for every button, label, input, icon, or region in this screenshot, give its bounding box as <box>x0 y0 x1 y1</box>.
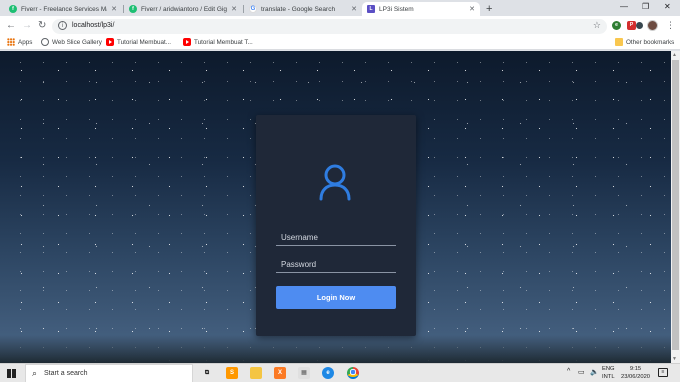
back-button[interactable]: ← <box>6 20 16 32</box>
tab-title: LP3i Sistem <box>379 5 414 13</box>
windows-taskbar: ⌕ Start a search ⧉ S X ▦ e ^ ▭ 🔈 ENG INT… <box>0 363 680 382</box>
address-bar[interactable]: i localhost/lp3i/ ☆ <box>52 19 607 34</box>
bookmark-web-slice-gallery[interactable]: Web Slice Gallery <box>41 38 102 46</box>
user-icon <box>319 164 351 201</box>
youtube-icon <box>106 38 114 46</box>
edge-icon[interactable]: e <box>322 367 334 379</box>
google-icon: G <box>249 5 257 13</box>
extension-icon[interactable] <box>636 22 643 29</box>
bookmark-tutorial-2[interactable]: Tutorial Membuat T... <box>183 38 253 46</box>
new-tab-button[interactable]: + <box>486 3 492 15</box>
address-url: localhost/lp3i/ <box>72 22 115 29</box>
notification-icon[interactable]: ≡ <box>658 368 668 377</box>
bookmark-label: Tutorial Membuat... <box>117 38 172 46</box>
bookmarks-bar: Apps Web Slice Gallery Tutorial Membuat.… <box>0 36 680 50</box>
bookmark-other[interactable]: Other bookmarks <box>615 38 674 46</box>
xampp-icon[interactable]: X <box>274 367 286 379</box>
menu-icon[interactable]: ⋮ <box>666 20 675 31</box>
clock-time: 9:15 <box>629 366 642 372</box>
password-input[interactable] <box>276 257 396 273</box>
bookmark-apps[interactable]: Apps <box>7 38 32 46</box>
search-placeholder: Start a search <box>44 370 88 377</box>
extension-icon[interactable]: e <box>612 21 621 30</box>
tab-lp3i-sistem[interactable]: L LP3i Sistem ✕ <box>362 2 480 16</box>
lp3i-icon: L <box>367 5 375 13</box>
page-scrollbar[interactable]: ▲ ▼ <box>671 51 680 363</box>
tab-fiverr-edit-gig[interactable]: f Fiverr / aridwiantoro / Edit Gig ✕ <box>124 2 242 16</box>
scroll-up-icon[interactable]: ▲ <box>672 52 677 58</box>
scroll-down-icon[interactable]: ▼ <box>672 356 677 362</box>
keyboard-layout: INTL <box>602 374 615 380</box>
search-icon: ⌕ <box>32 368 38 378</box>
fiverr-icon: f <box>129 5 137 13</box>
close-icon[interactable]: ✕ <box>111 5 117 13</box>
apps-icon <box>7 38 15 46</box>
scrollbar-thumb[interactable] <box>672 60 679 350</box>
fiverr-icon: f <box>9 5 17 13</box>
bookmark-tutorial-1[interactable]: Tutorial Membuat... <box>106 38 171 46</box>
tab-fiverr-marketplace[interactable]: f Fiverr - Freelance Services Marke ✕ <box>4 2 122 16</box>
folder-icon <box>615 38 623 46</box>
tray-chevron-icon[interactable]: ^ <box>567 368 570 375</box>
volume-icon[interactable]: 🔈 <box>590 368 599 376</box>
youtube-icon <box>183 38 191 46</box>
sublime-text-icon[interactable]: S <box>226 367 238 379</box>
bookmark-label: Tutorial Membuat T... <box>194 38 253 46</box>
bookmark-label: Other bookmarks <box>626 38 675 46</box>
language-indicator[interactable]: ENG INTL <box>602 365 615 381</box>
info-icon[interactable]: i <box>58 21 67 30</box>
tab-strip: f Fiverr - Freelance Services Marke ✕ f … <box>0 0 680 16</box>
username-input[interactable] <box>276 230 396 246</box>
task-view-icon[interactable]: ⧉ <box>201 367 213 379</box>
forward-button[interactable]: → <box>22 20 32 32</box>
profile-avatar[interactable] <box>647 20 658 31</box>
file-explorer-icon[interactable] <box>250 367 262 379</box>
store-icon[interactable]: ▦ <box>298 367 310 379</box>
clock[interactable]: 9:15 23/06/2020 <box>621 365 650 381</box>
reload-button[interactable]: ↻ <box>38 20 46 32</box>
tab-google-search[interactable]: G translate - Google Search ✕ <box>244 2 362 16</box>
login-button[interactable]: Login Now <box>276 286 396 309</box>
windows-start-icon[interactable] <box>7 369 16 378</box>
language-code: ENG <box>602 366 615 372</box>
tab-title: Fiverr / aridwiantoro / Edit Gig <box>141 5 227 13</box>
taskbar-search[interactable]: ⌕ Start a search <box>25 364 193 382</box>
tab-title: translate - Google Search <box>261 5 336 13</box>
bookmark-label: Web Slice Gallery <box>52 38 102 46</box>
clock-date: 23/06/2020 <box>621 374 651 380</box>
horizon-silhouette <box>0 335 671 363</box>
close-icon[interactable]: ✕ <box>231 5 237 13</box>
close-window-button[interactable]: ✕ <box>664 2 671 11</box>
close-icon[interactable]: ✕ <box>351 5 357 13</box>
bookmark-star-icon[interactable]: ☆ <box>593 20 601 31</box>
chrome-icon[interactable] <box>347 367 359 379</box>
globe-icon <box>41 38 49 46</box>
close-icon[interactable]: ✕ <box>469 5 475 13</box>
login-card: Login Now <box>256 115 416 336</box>
minimize-button[interactable]: — <box>620 2 628 11</box>
maximize-button[interactable]: ❐ <box>642 2 649 11</box>
browser-toolbar: ← → ↻ i localhost/lp3i/ ☆ e P ⋮ <box>0 16 680 36</box>
network-icon[interactable]: ▭ <box>578 368 585 376</box>
bookmark-label: Apps <box>18 38 33 46</box>
pdf-extension-icon[interactable]: P <box>627 21 636 30</box>
tab-title: Fiverr - Freelance Services Marke <box>21 5 107 13</box>
